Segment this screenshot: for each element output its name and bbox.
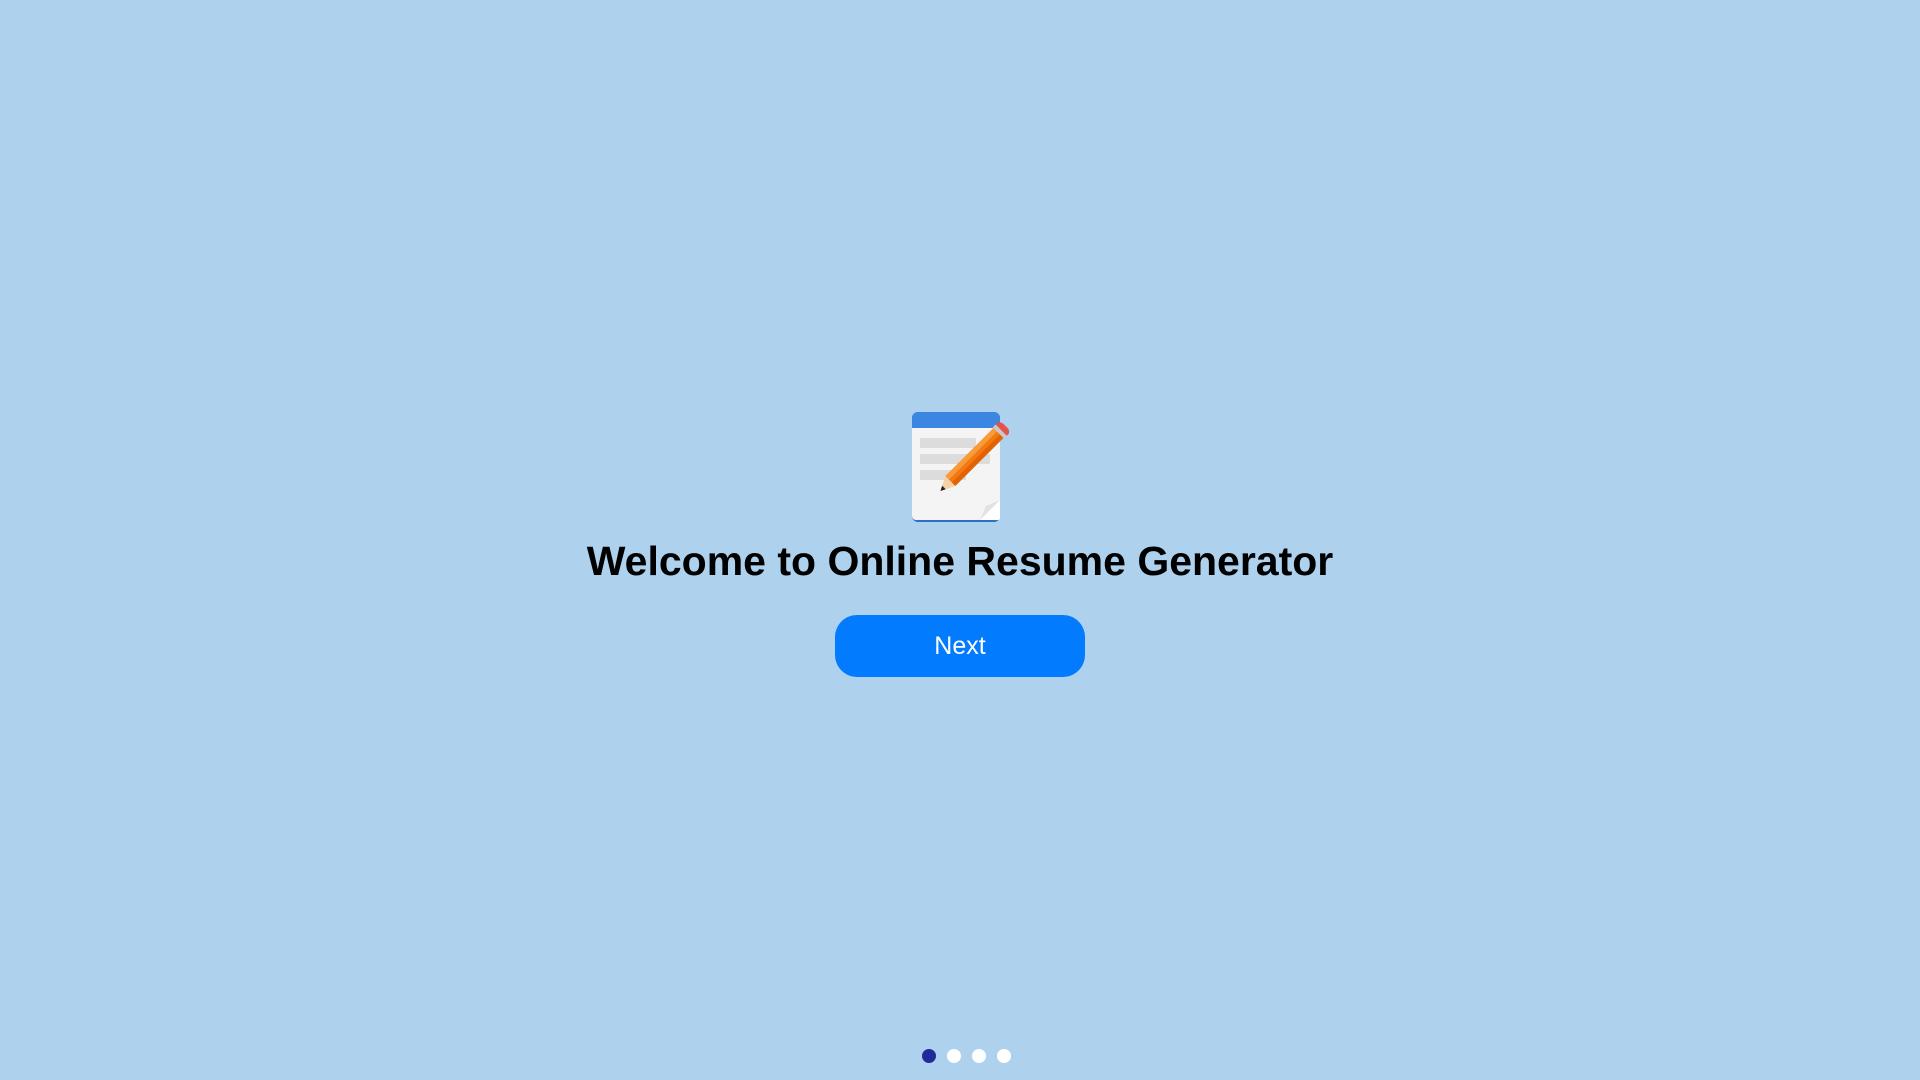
pagination-dot-2[interactable] xyxy=(946,1049,961,1063)
resume-edit-icon xyxy=(912,412,1010,522)
pagination-dot-4[interactable] xyxy=(996,1049,1011,1063)
next-button[interactable]: Next xyxy=(835,615,1085,677)
page-title: Welcome to Online Resume Generator xyxy=(586,538,1334,584)
welcome-panel: Welcome to Online Resume Generator Next xyxy=(0,410,1920,677)
pagination-dots xyxy=(12,1049,1920,1063)
pagination-dot-3[interactable] xyxy=(971,1049,986,1063)
pagination-dot-1[interactable] xyxy=(921,1049,936,1063)
